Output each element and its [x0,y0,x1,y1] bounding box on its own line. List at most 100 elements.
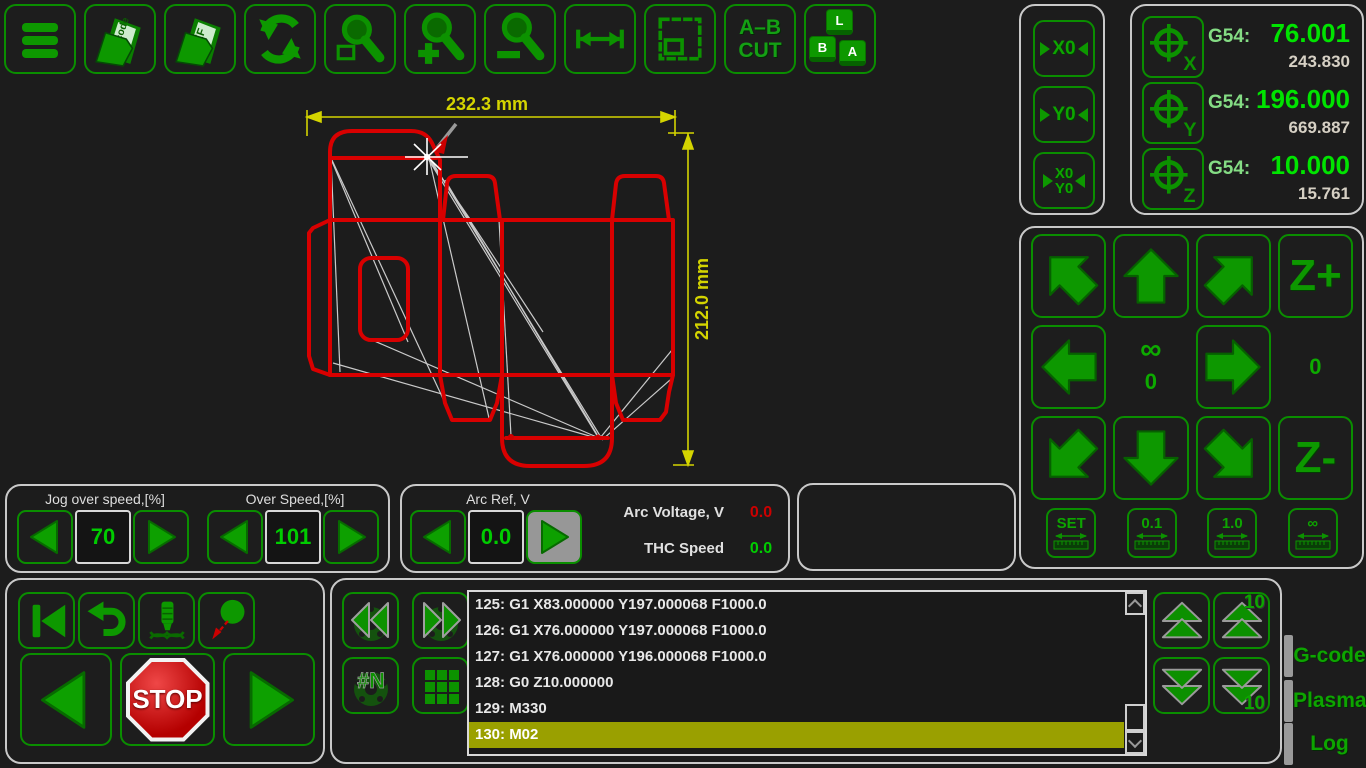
wcs-label-y: G54: [1208,92,1250,114]
jog-down-right-button[interactable] [1196,416,1271,500]
step-0-1-button[interactable]: 0.1 [1127,508,1177,558]
frame-border-icon [653,12,707,66]
skip-to-start-icon [24,598,70,644]
grid-icon [418,663,464,709]
scroll-down-button[interactable] [1125,731,1145,754]
fast-forward-icon [417,597,465,645]
step-set-button[interactable]: SET [1046,508,1096,558]
jog-speed-increase-button[interactable] [133,510,189,564]
step-set-label: SET [1057,516,1086,531]
jog-up-right-button[interactable] [1196,234,1271,318]
step-0-1-label: 0.1 [1141,516,1162,531]
jog-down-button[interactable] [1113,416,1188,500]
jog-down-left-button[interactable] [1031,416,1106,500]
gcode-line-up-10-button[interactable]: 10 [1213,592,1270,649]
refresh-button[interactable] [244,4,316,74]
gcode-line[interactable]: 127: G1 X76.000000 Y196.000068 F1000.0 [469,644,1145,670]
jog-up-button[interactable] [1113,234,1188,318]
rewind-to-start-button[interactable] [18,592,75,649]
lead-in-dot [596,435,601,440]
plasma-cnc-app: G-code DXF [0,0,1366,768]
thc-speed-label: THC Speed [514,540,724,557]
run-control-panel: STOP [5,578,325,764]
svg-text:Z: Z [1183,185,1195,203]
dim-height-label: 212.0 mm [692,258,712,340]
gcode-line-up-button[interactable] [1153,592,1210,649]
measure-width-icon [573,12,627,66]
jog-up-left-button[interactable] [1031,234,1106,318]
return-button[interactable] [78,592,135,649]
zero-xy-button[interactable]: X0 Y0 [1033,152,1095,209]
tab-log[interactable]: Log [1284,722,1366,766]
refresh-icon [253,12,307,66]
zoom-fit-button[interactable] [324,4,396,74]
zoom-in-button[interactable] [404,4,476,74]
run-forward-button[interactable] [223,653,315,746]
scroll-up-button[interactable] [1125,592,1145,615]
axis-x-button[interactable]: X [1142,16,1204,78]
key-a: A [839,40,866,66]
jog-speed-value[interactable]: 70 [75,510,131,564]
axis-y-button[interactable]: Y [1142,82,1204,144]
left-triangle-icon [215,517,255,557]
step-continuous-button[interactable]: ∞ [1288,508,1338,558]
gcode-rewind-button[interactable] [342,592,399,649]
arc-voltage-value: 0.0 [736,504,786,522]
left-triangle-icon [1078,108,1088,122]
axis-z-button[interactable]: Z [1142,148,1204,210]
scroll-thumb[interactable] [1125,704,1145,731]
menu-button[interactable] [4,4,76,74]
arc-thc-panel: Arc Ref, V 0.0 Arc Voltage, V 0.0 THC Sp… [400,484,790,573]
measure-width-button[interactable] [564,4,636,74]
zero-axes-panel: X0 Y0 X0 Y0 [1019,4,1105,215]
crosshair-z-icon: Z [1149,155,1197,203]
jog-z-minus-button[interactable]: Z- [1278,416,1353,500]
arrow-up-left-icon [1025,232,1113,320]
tab-plasma[interactable]: Plasma [1284,679,1366,723]
drawing-canvas[interactable]: 232.3 mm 212.0 mm [0,80,1016,480]
zero-x-button[interactable]: X0 [1033,20,1095,77]
jog-z-plus-button[interactable]: Z+ [1278,234,1353,318]
keyboard-keys-icon: L B A [809,9,871,69]
over-speed-increase-button[interactable] [323,510,379,564]
goto-line-number-button[interactable]: #N [342,657,399,714]
dxf-folder-icon: DXF [171,10,229,68]
gcode-list[interactable]: 125: G1 X83.000000 Y197.000068 F1000.0 1… [467,590,1147,756]
over-speed-value[interactable]: 101 [265,510,321,564]
zoom-out-button[interactable] [484,4,556,74]
arc-ref-decrease-button[interactable] [410,510,466,564]
gcode-line[interactable]: 128: G0 Z10.000000 [469,670,1145,696]
gcode-line-down-button[interactable] [1153,657,1210,714]
keyboard-jog-button[interactable]: L B A [804,4,876,74]
ab-cut-button[interactable]: A–B CUT [724,4,796,74]
gcode-line-down-10-button[interactable]: 10 [1213,657,1270,714]
move-to-point-button[interactable] [198,592,255,649]
ruler-icon [1212,531,1252,551]
gcode-forward-button[interactable] [412,592,469,649]
tab-log-label: Log [1293,732,1366,756]
down-10-label: 10 [1244,693,1265,715]
grid-view-button[interactable] [412,657,469,714]
stop-sign-icon: STOP [125,657,211,743]
jog-step-buttons: SET 0.1 1.0 [1031,508,1353,558]
gcode-line[interactable]: 126: G1 X76.000000 Y197.000068 F1000.0 [469,618,1145,644]
jog-left-button[interactable] [1031,325,1106,409]
zoom-in-icon [413,12,467,66]
open-gcode-button[interactable]: G-code [84,4,156,74]
zero-y-button[interactable]: Y0 [1033,86,1095,143]
open-dxf-button[interactable]: DXF [164,4,236,74]
run-backward-button[interactable] [20,653,112,746]
torch-touch-off-button[interactable] [138,592,195,649]
jog-speed-decrease-button[interactable] [17,510,73,564]
machine-value-x: 243.830 [1208,52,1350,72]
frame-border-button[interactable] [644,4,716,74]
stop-button[interactable]: STOP [120,653,215,746]
xy-step-display: ∞ 0 [1113,325,1188,409]
gcode-line-selected[interactable]: 130: M02 [469,722,1124,748]
step-1-0-button[interactable]: 1.0 [1207,508,1257,558]
gcode-line[interactable]: 129: M330 [469,696,1145,722]
tab-gcode[interactable]: G-code [1284,634,1366,678]
gcode-line[interactable]: 125: G1 X83.000000 Y197.000068 F1000.0 [469,592,1145,618]
over-speed-decrease-button[interactable] [207,510,263,564]
jog-right-button[interactable] [1196,325,1271,409]
